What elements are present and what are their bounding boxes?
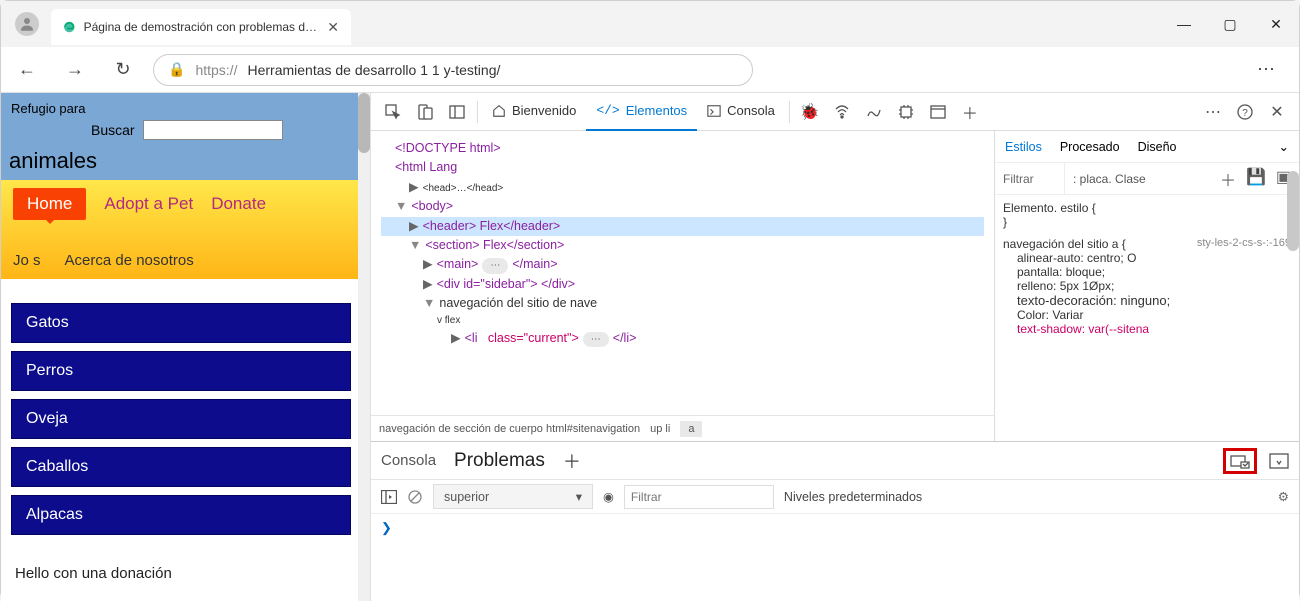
tab-welcome[interactable]: Bienvenido [482,93,586,131]
browser-menu-button[interactable]: ⋯ [1241,59,1291,80]
nav-home[interactable]: Home [13,188,86,220]
chevron-down-icon: ▾ [576,489,582,504]
page-scrollbar[interactable] [358,93,370,601]
context-dropdown[interactable]: superior▾ [433,484,593,509]
console-body[interactable]: ❯ [371,514,1299,601]
dom-tree[interactable]: <!DOCTYPE html> <html Lang ▶<head>…</hea… [371,131,994,415]
console-filter-input[interactable] [624,485,774,509]
svg-text:?: ? [1242,108,1248,119]
address-bar[interactable]: 🔒 https:// Herramientas de desarrollo 1 1… [153,54,753,86]
tab-elements[interactable]: </>Elementos [586,93,697,131]
help-icon[interactable]: ? [1229,96,1261,128]
gear-icon[interactable]: ⚙ [1278,489,1289,504]
toolbar: ← → ↻ 🔒 https:// Herramientas de desarrol… [1,47,1299,93]
minimize-button[interactable]: ― [1161,1,1207,47]
dom-tree-pane: <!DOCTYPE html> <html Lang ▶<head>…</hea… [371,131,994,441]
nav-jos[interactable]: Jo s [13,252,41,269]
console-prompt: ❯ [381,520,392,535]
tab-styles[interactable]: Estilos [1005,140,1042,154]
tab-console[interactable]: Consola [697,93,785,131]
drawer-plus-icon[interactable]: ＋ [563,448,581,474]
profile-avatar[interactable] [15,12,39,36]
url-protocol: https:// [195,62,237,78]
drawer-tab-console[interactable]: Consola [381,452,436,469]
refresh-button[interactable]: ↻ [105,52,141,88]
close-tab-icon[interactable]: ✕ [327,19,339,36]
close-window-button[interactable]: ✕ [1253,1,1299,47]
styles-chip[interactable]: : placa. Clase [1065,172,1154,186]
devtools-toolbar: Bienvenido </>Elementos Consola 🐞 ＋ ⋯ ? … [371,93,1299,131]
styles-tabs: Estilos Procesado Diseño ⌄ [995,131,1299,163]
edge-icon [63,19,76,35]
url-path: Herramientas de desarrollo 1 1 y-testing… [247,62,500,78]
network-icon[interactable] [826,96,858,128]
window-controls: ― ▢ ✕ [1161,1,1299,47]
dom-breadcrumb[interactable]: navegación de sección de cuerpo html#sit… [371,415,994,441]
memory-icon[interactable] [890,96,922,128]
window-titlebar: Página de demostración con problemas de … [1,1,1299,47]
tab-layout[interactable]: Diseño [1138,140,1177,154]
search-label: Buscar [91,122,135,138]
nav-donate[interactable]: Donate [211,194,266,214]
plus-icon[interactable]: ＋ [954,96,986,128]
bug-icon[interactable]: 🐞 [794,96,826,128]
donation-text: Hello con una donación [15,565,347,582]
styles-rules[interactable]: Elemento. estilo { } navegación del siti… [995,195,1299,441]
search-input[interactable] [143,120,283,140]
save-icon[interactable]: 💾 [1246,167,1266,191]
list-item[interactable]: Gatos [11,303,351,343]
page-viewport: Refugio para Buscar animales Home Adopt … [1,93,371,601]
styles-filter-input[interactable]: Filtrar [995,163,1065,194]
styles-pane: Estilos Procesado Diseño ⌄ Filtrar : pla… [994,131,1299,441]
nav-adopt[interactable]: Adopt a Pet [104,194,193,214]
drawer-tab-problems[interactable]: Problemas [454,450,545,472]
tab-computed[interactable]: Procesado [1060,140,1120,154]
inspect-icon[interactable] [377,96,409,128]
list-item[interactable]: Caballos [11,447,351,487]
issues-icon[interactable] [1223,448,1257,474]
site-title-1: Refugio para [11,101,351,116]
site-title-2: animales [1,146,361,180]
plus-icon[interactable]: ＋ [1220,167,1236,191]
device-icon[interactable] [409,96,441,128]
app-icon[interactable] [922,96,954,128]
site-nav: Home Adopt a Pet Donate Jo s Acerca de n… [1,180,361,279]
lock-icon: 🔒 [168,61,185,78]
list-item[interactable]: Alpacas [11,495,351,535]
tab-title: Página de demostración con problemas de … [84,20,320,34]
browser-tab[interactable]: Página de demostración con problemas de … [51,9,351,45]
list-item[interactable]: Perros [11,351,351,391]
devtools-panel: Bienvenido </>Elementos Consola 🐞 ＋ ⋯ ? … [371,93,1299,601]
close-devtools-icon[interactable]: ✕ [1261,96,1293,128]
dock-icon[interactable] [1269,453,1289,469]
forward-button[interactable]: → [57,52,93,88]
console-drawer: Consola Problemas ＋ superior▾ ◉ Niveles … [371,441,1299,601]
maximize-button[interactable]: ▢ [1207,1,1253,47]
panel-icon[interactable] [441,96,473,128]
performance-icon[interactable] [858,96,890,128]
clear-icon[interactable] [407,489,423,505]
eye-icon[interactable]: ◉ [603,489,614,504]
nav-about[interactable]: Acerca de nosotros [65,252,194,269]
category-list: Gatos Perros Oveja Caballos Alpacas [11,303,351,535]
styles-scrollbar[interactable] [1287,131,1299,441]
log-levels[interactable]: Niveles predeterminados [784,490,922,504]
back-button[interactable]: ← [9,52,45,88]
list-item[interactable]: Oveja [11,399,351,439]
sidebar-toggle-icon[interactable] [381,490,397,504]
more-icon[interactable]: ⋯ [1197,96,1229,128]
